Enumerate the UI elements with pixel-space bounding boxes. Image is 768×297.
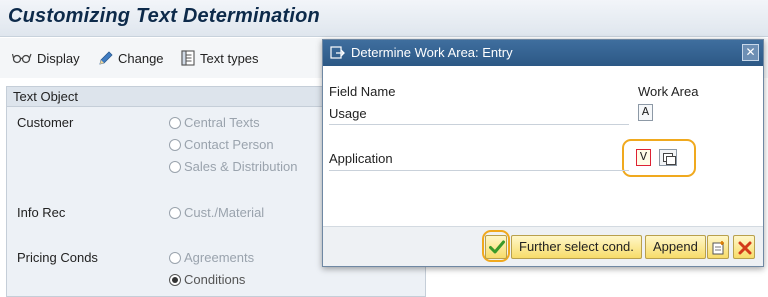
page-title: Customizing Text Determination xyxy=(8,5,320,27)
append-button[interactable]: Append xyxy=(645,235,706,259)
dialog-title-bar: Determine Work Area: Entry ✕ xyxy=(323,40,763,66)
display-button[interactable]: Display xyxy=(12,48,80,68)
radio-cust-material[interactable]: Cust./Material xyxy=(169,205,264,220)
radio-label: Sales & Distribution xyxy=(184,159,298,174)
value-help-icon[interactable] xyxy=(659,149,677,166)
radio-circle-icon xyxy=(169,206,181,219)
radio-sales-distribution[interactable]: Sales & Distribution xyxy=(169,159,297,174)
usage-field[interactable]: A xyxy=(638,104,653,121)
glasses-icon xyxy=(12,51,32,65)
radio-label: Central Texts xyxy=(184,115,260,130)
radio-circle-icon xyxy=(169,116,181,129)
radio-circle-icon xyxy=(169,160,181,173)
row-divider xyxy=(329,170,629,171)
row-divider xyxy=(329,124,629,125)
radio-circle-icon xyxy=(169,138,181,151)
dialog-footer: Further select cond. Append xyxy=(323,226,763,266)
radio-contact-person[interactable]: Contact Person xyxy=(169,137,274,152)
radio-central-texts[interactable]: Central Texts xyxy=(169,115,260,130)
change-button[interactable]: Change xyxy=(98,48,164,68)
change-label: Change xyxy=(118,50,164,66)
close-icon[interactable]: ✕ xyxy=(742,44,759,61)
radio-agreements[interactable]: Agreements xyxy=(169,250,254,265)
determine-work-area-dialog: Determine Work Area: Entry ✕ Field Name … xyxy=(322,39,764,267)
field-name-header: Field Name xyxy=(329,84,396,99)
radio-label: Cust./Material xyxy=(184,205,265,220)
dialog-window-icon xyxy=(330,46,345,63)
dialog-title: Determine Work Area: Entry xyxy=(351,45,513,60)
cancel-button[interactable] xyxy=(733,235,755,259)
usage-label: Usage xyxy=(329,106,367,121)
further-select-cond-button[interactable]: Further select cond. xyxy=(511,235,642,259)
radio-label: Agreements xyxy=(184,250,255,265)
work-area-header: Work Area xyxy=(638,84,699,99)
application-label: Application xyxy=(329,151,393,166)
continue-button[interactable] xyxy=(485,235,507,259)
display-label: Display xyxy=(37,50,80,66)
radio-label: Conditions xyxy=(184,272,246,287)
text-types-button[interactable]: Text types xyxy=(181,48,259,68)
pricing-conds-label: Pricing Conds xyxy=(17,250,98,265)
radio-label: Contact Person xyxy=(184,137,274,152)
radio-conditions[interactable]: Conditions xyxy=(169,272,245,287)
radio-checked-icon xyxy=(169,273,181,286)
radio-circle-icon xyxy=(169,251,181,264)
customer-label: Customer xyxy=(17,115,74,130)
text-types-label: Text types xyxy=(200,50,259,66)
application-field[interactable]: V xyxy=(636,149,651,166)
document-icon xyxy=(181,50,195,66)
info-rec-label: Info Rec xyxy=(17,205,66,220)
title-bar: Customizing Text Determination xyxy=(0,0,768,37)
create-button[interactable] xyxy=(707,235,729,259)
pencil-icon xyxy=(98,50,113,66)
